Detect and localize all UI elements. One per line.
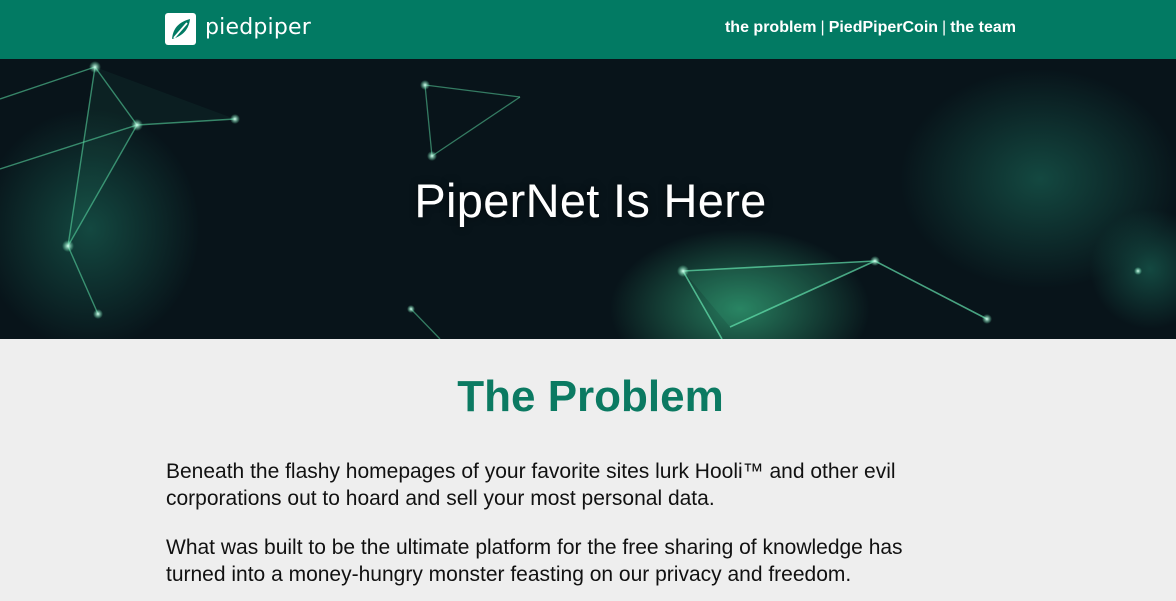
nav-link-the-team[interactable]: the team [950,19,1016,37]
hero-title: PiperNet Is Here [414,174,767,227]
nav-link-the-problem[interactable]: the problem [725,19,817,37]
brand-name: piedpiper [205,14,311,40]
section-title: The Problem [457,372,724,421]
leaf-logo-icon [165,13,196,45]
problem-section: The Problem Beneath the flashy homepages… [0,339,1176,601]
main-nav: the problem | PiedPiperCoin | the team [725,19,1016,37]
nav-link-piedpipercoin[interactable]: PiedPiperCoin [829,19,938,37]
problem-paragraph-1: Beneath the flashy homepages of your fav… [166,460,896,510]
problem-paragraph-2: What was built to be the ultimate platfo… [166,536,903,586]
brand-logo-link[interactable]: piedpiper [165,12,311,46]
top-navbar: piedpiper the problem | PiedPiperCoin | … [0,0,1176,59]
hero-banner: PiperNet Is Here [0,59,1176,339]
nav-separator: | [942,19,947,36]
nav-separator: | [820,19,825,36]
